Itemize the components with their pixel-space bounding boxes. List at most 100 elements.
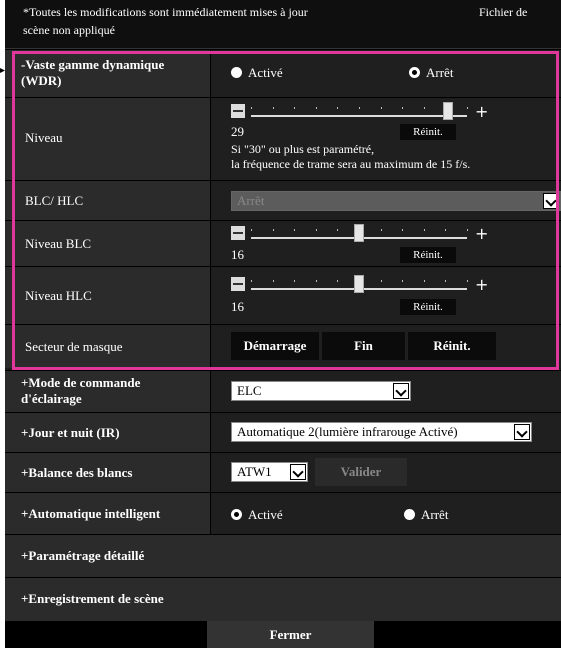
niveau-hlc-label: Niveau HLC — [25, 288, 92, 303]
pointer-mark-icon — [0, 68, 5, 73]
niveau-blc-row: Niveau BLC + 16 Réinit. — [5, 220, 561, 267]
niveau-hlc-slider[interactable]: + — [231, 275, 491, 294]
balance-apply-button[interactable]: Valider — [315, 458, 407, 486]
auto-intel-on-radio[interactable]: Activé — [231, 507, 283, 523]
slider-tick — [272, 229, 274, 231]
niveau-blc-label: Niveau BLC — [25, 236, 92, 251]
radio-selected-icon — [409, 67, 420, 78]
niveau-reset-button[interactable]: Réinit. — [400, 124, 456, 140]
slider-tick — [337, 229, 339, 231]
slider-tick — [272, 107, 274, 109]
slider-tick — [337, 107, 339, 109]
plus-icon[interactable]: + — [475, 275, 488, 294]
slider-tick — [315, 107, 317, 109]
slider-tick — [251, 107, 252, 109]
chevron-down-icon — [514, 424, 530, 440]
slider-tick — [402, 280, 404, 282]
slider-tick — [315, 229, 317, 231]
notice-line-2: scène non appliqué — [23, 23, 115, 37]
slider-tick — [315, 280, 317, 282]
niveau-label: Niveau — [25, 130, 63, 145]
secteur-label: Secteur de masque — [25, 339, 123, 354]
auto-intel-off-radio[interactable]: Arrêt — [404, 507, 448, 523]
mask-start-button[interactable]: Démarrage — [231, 332, 319, 360]
scene-row[interactable]: +Enregistrement de scène — [5, 577, 561, 622]
radio-icon — [404, 509, 415, 520]
slider-track — [251, 107, 468, 117]
blc-hlc-row: BLC/ HLC Arrêt — [5, 180, 561, 221]
slider-tick — [251, 229, 252, 231]
slider-tick — [380, 229, 382, 231]
wdr-off-radio[interactable]: Arrêt — [409, 65, 453, 81]
slider-tick — [294, 229, 296, 231]
close-button[interactable]: Fermer — [207, 621, 374, 648]
slider-tick — [294, 280, 296, 282]
slider-tick — [380, 280, 382, 282]
jour-nuit-select[interactable]: Automatique 2(lumière infrarouge Activé) — [231, 422, 532, 442]
footer-bar: Fermer — [5, 621, 561, 648]
auto-intel-label[interactable]: +Automatique intelligent — [21, 506, 160, 522]
slider-tick — [402, 229, 404, 231]
chevron-down-icon — [393, 383, 409, 399]
mask-end-button[interactable]: Fin — [322, 332, 405, 360]
plus-icon[interactable]: + — [475, 102, 488, 121]
slider-tick — [445, 280, 447, 282]
slider-tick — [423, 229, 425, 231]
slider-thumb[interactable] — [354, 275, 364, 293]
notice-line-1-right: Fichier de — [479, 5, 528, 19]
auto-intel-row[interactable]: +Automatique intelligent Activé Arrêt — [5, 492, 561, 535]
wdr-label: -Vaste gamme dynamique (WDR) — [21, 57, 165, 88]
secteur-row: Secteur de masque Démarrage Fin Réinit. — [5, 324, 561, 368]
niveau-blc-value: 16 — [231, 247, 244, 262]
notice-line-1: *Toutes les modifications sont immédiate… — [23, 5, 308, 19]
niveau-blc-reset-button[interactable]: Réinit. — [400, 247, 456, 263]
balance-row[interactable]: +Balance des blancs ATW1 Valider — [5, 452, 561, 493]
slider-tick — [423, 280, 425, 282]
settings-panel: *Toutes les modifications sont immédiate… — [5, 0, 561, 648]
slider-tick — [467, 229, 468, 231]
slider-tick — [251, 280, 252, 282]
slider-tick — [445, 229, 447, 231]
jour-nuit-row[interactable]: +Jour et nuit (IR) Automatique 2(lumière… — [5, 412, 561, 453]
slider-tick — [294, 107, 296, 109]
niveau-blc-slider[interactable]: + — [231, 224, 491, 243]
slider-tick — [380, 107, 382, 109]
chevron-down-icon — [290, 464, 306, 480]
update-notice: *Toutes les modifications sont immédiate… — [5, 0, 561, 49]
blc-hlc-select[interactable]: Arrêt — [231, 191, 561, 211]
slider-tick — [402, 107, 404, 109]
slider-tick — [272, 280, 274, 282]
blc-hlc-label: BLC/ HLC — [25, 193, 84, 208]
eclairage-label[interactable]: +Mode de commande d'éclairage — [21, 375, 201, 407]
plus-icon[interactable]: + — [475, 224, 488, 243]
scene-label[interactable]: +Enregistrement de scène — [21, 591, 164, 607]
wdr-on-radio[interactable]: Activé — [231, 65, 283, 81]
jour-nuit-label[interactable]: +Jour et nuit (IR) — [21, 425, 120, 441]
wdr-row: -Vaste gamme dynamique (WDR) Activé Arrê… — [5, 49, 561, 98]
balance-select[interactable]: ATW1 — [231, 462, 308, 482]
minus-icon[interactable] — [231, 104, 245, 118]
niveau-note-1: Si "30" ou plus est paramétré, — [231, 142, 375, 156]
balance-label[interactable]: +Balance des blancs — [21, 465, 132, 481]
radio-selected-icon — [231, 509, 242, 520]
niveau-hlc-reset-button[interactable]: Réinit. — [400, 299, 456, 315]
slider-thumb[interactable] — [442, 102, 453, 120]
slider-thumb[interactable] — [354, 224, 364, 242]
niveau-note-2: la fréquence de trame sera au maximum de… — [231, 157, 471, 171]
eclairage-select[interactable]: ELC — [231, 381, 411, 401]
slider-tick — [467, 280, 468, 282]
slider-tick — [359, 107, 360, 109]
slider-tick — [467, 107, 468, 109]
detail-label[interactable]: +Paramétrage détaillé — [21, 548, 144, 564]
radio-icon — [231, 67, 242, 78]
niveau-slider[interactable]: + — [231, 102, 491, 121]
niveau-hlc-value: 16 — [231, 299, 244, 314]
niveau-hlc-row: Niveau HLC + 16 Réinit. — [5, 266, 561, 325]
detail-row[interactable]: +Paramétrage détaillé — [5, 534, 561, 578]
slider-tick — [337, 280, 339, 282]
minus-icon[interactable] — [231, 277, 245, 291]
minus-icon[interactable] — [231, 226, 245, 240]
chevron-down-icon — [543, 193, 559, 209]
eclairage-row[interactable]: +Mode de commande d'éclairage ELC — [5, 370, 561, 413]
mask-reset-button[interactable]: Réinit. — [408, 332, 496, 360]
